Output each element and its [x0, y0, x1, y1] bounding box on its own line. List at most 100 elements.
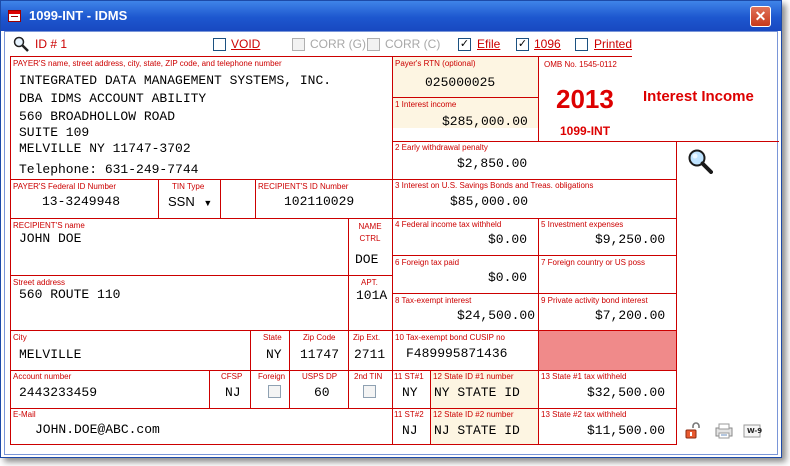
- fed-id-value[interactable]: 13-3249948: [42, 194, 120, 209]
- zip-label: Zip Code: [303, 333, 336, 342]
- usps-label: USPS DP: [302, 372, 338, 381]
- printed-label[interactable]: Printed: [594, 37, 632, 51]
- payer-line-4[interactable]: SUITE 109: [19, 125, 89, 140]
- form-1096-label[interactable]: 1096: [534, 37, 561, 51]
- box9-label: 9 Private activity bond interest: [541, 296, 648, 305]
- window-title: 1099-INT - IDMS: [29, 8, 128, 23]
- recipient-id-value[interactable]: 102110029: [284, 194, 354, 209]
- payer-label: PAYER'S name, street address, city, stat…: [13, 59, 282, 68]
- email-value[interactable]: JOHN.DOE@ABC.com: [35, 422, 160, 437]
- search-icon[interactable]: [13, 36, 29, 57]
- box11a-value[interactable]: NY: [402, 385, 418, 400]
- city-value[interactable]: MELVILLE: [19, 347, 81, 362]
- form-area: ID # 1 VOID CORR (G) CORR (C) ✓ Efile ✓ …: [4, 31, 779, 455]
- recipient-name-value[interactable]: JOHN DOE: [19, 231, 81, 246]
- box13a-label: 13 State #1 tax withheld: [541, 372, 627, 381]
- name-ctrl-value[interactable]: DOE: [355, 252, 378, 267]
- payer-line-1[interactable]: INTEGRATED DATA MANAGEMENT SYSTEMS, INC.: [19, 73, 331, 88]
- void-checkbox[interactable]: [213, 38, 226, 51]
- app-window: 1099-INT - IDMS ✕ ID # 1 VOID CORR (G) C…: [0, 0, 782, 458]
- tin-type-value: SSN: [168, 194, 195, 209]
- tin-type-select[interactable]: SSN ▼: [168, 194, 212, 209]
- foreign-label: Foreign: [258, 372, 286, 381]
- lookup-icon[interactable]: [687, 148, 713, 179]
- payer-line-2[interactable]: DBA IDMS ACCOUNT ABILITY: [19, 91, 206, 106]
- usps-value[interactable]: 60: [314, 385, 330, 400]
- payer-telephone[interactable]: Telephone: 631-249-7744: [19, 162, 198, 177]
- box12a-value[interactable]: NY STATE ID: [434, 385, 520, 400]
- form-1096-checkbox[interactable]: ✓: [516, 38, 529, 51]
- box4-label: 4 Federal income tax withheld: [395, 220, 502, 229]
- box5-label: 5 Investment expenses: [541, 220, 624, 229]
- box11b-label: 11 ST#2: [394, 410, 424, 419]
- box13b-label: 13 State #2 tax withheld: [541, 410, 627, 419]
- box3-value[interactable]: $85,000.00: [450, 194, 528, 209]
- box13a-value[interactable]: $32,500.00: [587, 385, 665, 400]
- payer-line-5[interactable]: MELVILLE NY 11747-3702: [19, 141, 191, 156]
- shaded-cell: [538, 330, 676, 370]
- tin2-checkbox[interactable]: [363, 385, 376, 398]
- form-title: Interest Income: [643, 88, 754, 105]
- corr-g-checkbox: [292, 38, 305, 51]
- void-label[interactable]: VOID: [231, 37, 260, 51]
- box11b-value[interactable]: NJ: [402, 423, 418, 438]
- state-label: State: [263, 333, 282, 342]
- box12b-label: 12 State ID #2 number: [433, 410, 514, 419]
- lock-icon[interactable]: [684, 422, 702, 445]
- email-label: E-Mail: [13, 410, 36, 419]
- zip-ext-value[interactable]: 2711: [354, 347, 385, 362]
- apt-value[interactable]: 101A: [356, 288, 387, 303]
- tin-type-label: TIN Type: [172, 182, 205, 191]
- box5-value[interactable]: $9,250.00: [595, 232, 665, 247]
- fed-id-label: PAYER'S Federal ID Number: [13, 182, 117, 191]
- printed-checkbox[interactable]: [575, 38, 588, 51]
- corr-c-label: CORR (C): [385, 37, 441, 51]
- rtn-label: Payer's RTN (optional): [395, 59, 476, 68]
- cfsp-value[interactable]: NJ: [225, 385, 241, 400]
- box4-value[interactable]: $0.00: [488, 232, 527, 247]
- box3-label: 3 Interest on U.S. Savings Bonds and Tre…: [395, 181, 594, 190]
- name-ctrl-label: NAME CTRL: [358, 222, 382, 243]
- box12b-value[interactable]: NJ STATE ID: [434, 423, 520, 438]
- payer-line-3[interactable]: 560 BROADHOLLOW ROAD: [19, 109, 175, 124]
- box2-value[interactable]: $2,850.00: [457, 156, 527, 171]
- box8-value[interactable]: $24,500.00: [457, 308, 535, 323]
- account-value[interactable]: 2443233459: [19, 385, 97, 400]
- corr-c-checkbox: [367, 38, 380, 51]
- box1-value[interactable]: $285,000.00: [442, 114, 528, 129]
- tin2-label: 2nd TIN: [354, 372, 383, 381]
- box6-value[interactable]: $0.00: [488, 270, 527, 285]
- box11a-label: 11 ST#1: [394, 372, 424, 381]
- recipient-name-label: RECIPIENT'S name: [13, 221, 85, 230]
- foreign-checkbox[interactable]: [268, 385, 281, 398]
- box8-label: 8 Tax-exempt interest: [395, 296, 472, 305]
- box10-label: 10 Tax-exempt bond CUSIP no: [395, 333, 505, 342]
- zip-ext-label: Zip Ext.: [353, 333, 381, 342]
- cfsp-label: CFSP: [221, 372, 243, 381]
- recipient-id-label: RECIPIENT'S ID Number: [258, 182, 349, 191]
- form-number: 1099-INT: [560, 124, 611, 138]
- state-value[interactable]: NY: [266, 347, 282, 362]
- box12a-label: 12 State ID #1 number: [433, 372, 514, 381]
- city-label: City: [13, 333, 27, 342]
- efile-label[interactable]: Efile: [477, 37, 500, 51]
- box13b-value[interactable]: $11,500.00: [587, 423, 665, 438]
- form-icon: [8, 10, 21, 22]
- box9-value[interactable]: $7,200.00: [595, 308, 665, 323]
- box6-label: 6 Foreign tax paid: [395, 258, 460, 267]
- w9-icon[interactable]: W-9: [743, 422, 763, 444]
- zip-value[interactable]: 11747: [300, 347, 339, 362]
- efile-checkbox[interactable]: ✓: [458, 38, 471, 51]
- corr-g-label: CORR (G): [310, 37, 366, 51]
- street-value[interactable]: 560 ROUTE 110: [19, 287, 120, 302]
- record-id: ID # 1: [35, 37, 68, 51]
- title-bar[interactable]: 1099-INT - IDMS ✕: [1, 1, 781, 31]
- rtn-value[interactable]: 025000025: [425, 75, 495, 90]
- svg-text:W-9: W-9: [747, 427, 762, 435]
- close-button[interactable]: ✕: [750, 6, 771, 27]
- dropdown-arrow-icon: ▼: [203, 198, 213, 208]
- box10-value[interactable]: F489995871436: [406, 346, 507, 361]
- omb-label: OMB No. 1545-0112: [544, 60, 617, 69]
- printer-icon[interactable]: [715, 423, 733, 444]
- box1-label: 1 Interest income: [395, 100, 457, 109]
